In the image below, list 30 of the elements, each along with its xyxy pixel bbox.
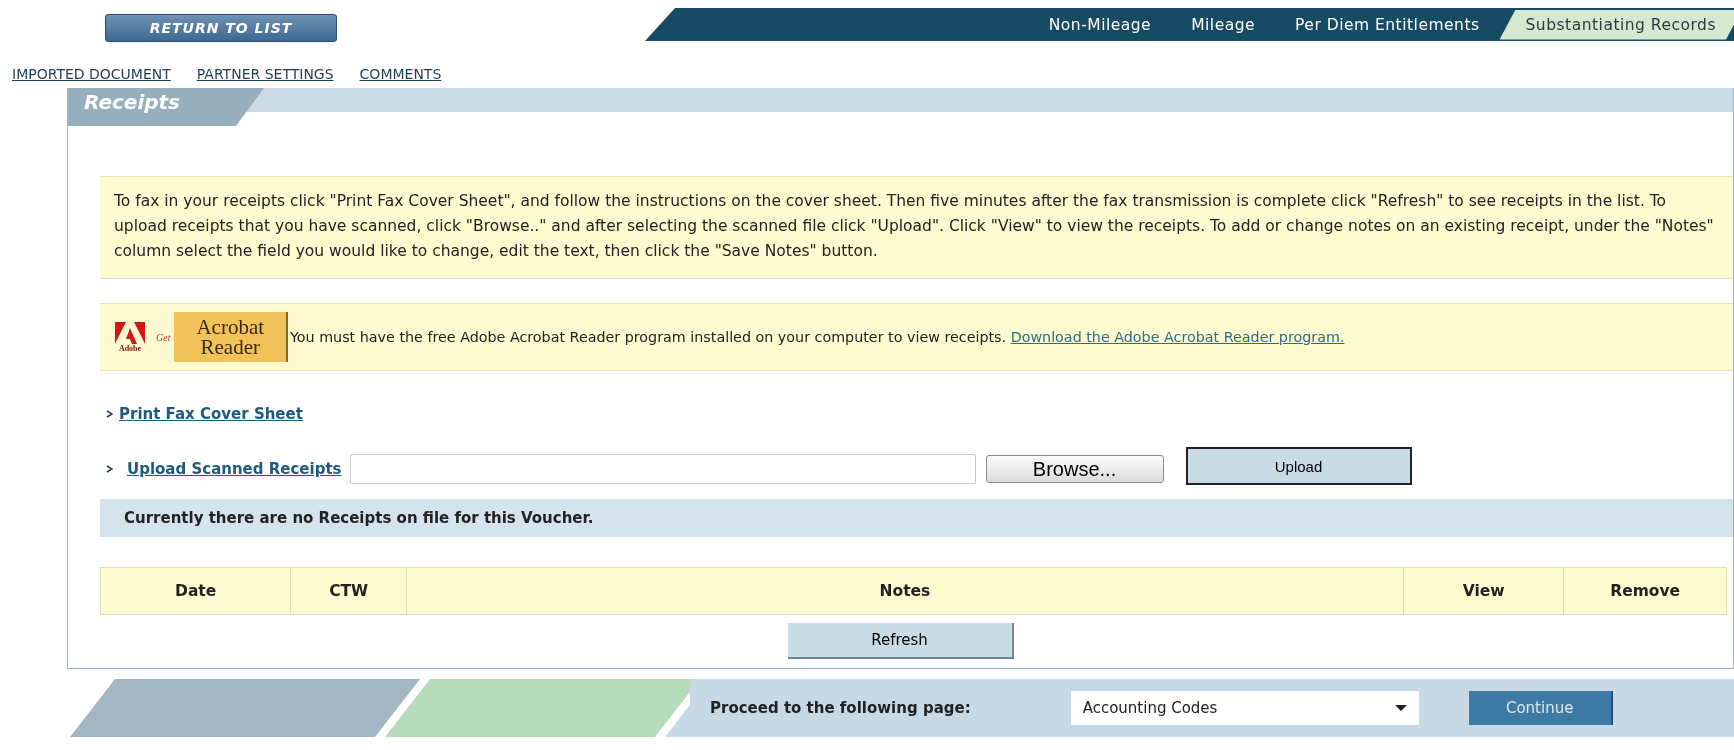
continue-button[interactable]: Continue <box>1468 691 1613 725</box>
page-select[interactable]: Accounting Codes <box>1070 691 1419 725</box>
chevron-icon <box>106 465 113 473</box>
instructions-text: To fax in your receipts click "Print Fax Cover Sheet", and follow the instructions on the cover sheet. Then five minutes after the fax transmission is complete click "Refresh" to see receipts in the list. To upload receipts that you have scanned, click "Browse.." and after selecting the scanned file click "Upload". Click "View" to view the receipts. To add or change notes on an existing receipt, under the "Notes" column select the field you would like to change, edit the text, then click the "Save Notes" button. <box>114 191 1715 262</box>
acrobat-notice-text: You must have the free Adobe Acrobat Reader program installed on your computer to view receipts. Download the Adobe Acrobat Reader program. <box>290 328 1345 347</box>
column-header: View <box>1403 567 1564 615</box>
tab[interactable]: Mileage <box>1171 9 1276 40</box>
return-to-list-button[interactable]: RETURN TO LIST <box>105 14 337 42</box>
nav-link[interactable]: PARTNER SETTINGS <box>196 66 334 88</box>
upload-button[interactable]: Upload <box>1185 447 1412 485</box>
nav-link[interactable]: IMPORTED DOCUMENT <box>12 66 171 88</box>
tab[interactable]: Per Diem Entitlements <box>1275 9 1500 40</box>
proceed-label: Proceed to the following page: <box>710 699 971 717</box>
download-link[interactable]: Download the Adobe Acrobat Reader program. <box>1010 329 1345 345</box>
file-field[interactable] <box>349 454 976 484</box>
panel-title: Receipts <box>68 88 264 126</box>
column-header: CTW <box>290 567 407 615</box>
browse-button[interactable]: Browse... <box>985 455 1164 483</box>
column-header: Date <box>100 567 291 615</box>
tab[interactable]: Non-Mileage <box>1028 9 1172 40</box>
upload-link[interactable]: Upload Scanned Receipts <box>127 460 342 478</box>
column-header: Remove <box>1563 567 1727 615</box>
nav-link[interactable]: COMMENTS <box>359 66 442 88</box>
dropdown-caret-icon <box>1394 705 1407 711</box>
print-fax-link[interactable]: Print Fax Cover Sheet <box>119 405 303 423</box>
tab[interactable]: Substantiating Records <box>1499 9 1734 40</box>
chevron-icon <box>106 410 113 418</box>
refresh-button[interactable]: Refresh <box>787 623 1014 659</box>
status-message: Currently there are no Receipts on file for this Voucher. <box>100 499 1733 537</box>
column-header: Notes <box>406 567 1404 615</box>
